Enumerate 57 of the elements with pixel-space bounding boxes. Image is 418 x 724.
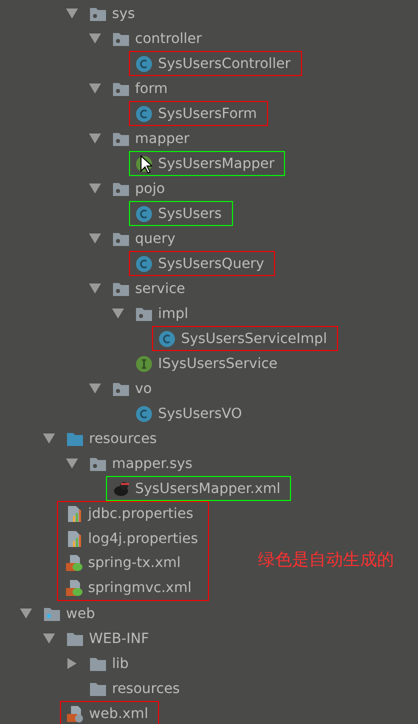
interface-icon xyxy=(135,354,153,372)
file-name[interactable]: lib xyxy=(112,656,129,672)
file-name[interactable]: service xyxy=(135,280,186,296)
file-name[interactable]: resources xyxy=(89,430,157,446)
collapse-arrow-icon[interactable] xyxy=(89,383,101,394)
file-name[interactable]: pojo xyxy=(135,180,165,196)
file-name[interactable]: WEB-INF xyxy=(89,630,149,646)
file-name[interactable]: query xyxy=(135,230,176,246)
file-name[interactable]: jdbc.properties xyxy=(88,506,194,522)
class-icon xyxy=(135,404,153,422)
file-name[interactable]: SysUsersMapper.xml xyxy=(135,480,280,496)
file-name[interactable]: SysUsersServiceImpl xyxy=(181,330,327,346)
file-name[interactable]: controller xyxy=(135,30,202,46)
file-name[interactable]: ISysUsersService xyxy=(158,356,278,372)
collapse-arrow-icon[interactable] xyxy=(66,458,78,469)
collapse-arrow-icon[interactable] xyxy=(89,283,101,294)
file-name[interactable]: SysUsersMapper xyxy=(158,156,274,172)
class-icon xyxy=(135,204,153,222)
spring-xml-file-icon xyxy=(65,554,83,572)
spring-xml-file-icon xyxy=(65,578,83,597)
file-name[interactable]: impl xyxy=(158,306,188,322)
file-name[interactable]: form xyxy=(135,80,168,96)
file-name[interactable]: SysUsers xyxy=(158,206,222,222)
file-name[interactable]: SysUsersForm xyxy=(158,106,257,122)
file-name[interactable]: SysUsersController xyxy=(158,56,291,72)
file-name[interactable]: spring-tx.xml xyxy=(88,555,181,572)
collapse-arrow-icon[interactable] xyxy=(112,308,124,319)
xml-file-icon xyxy=(66,704,84,722)
collapse-arrow-icon[interactable] xyxy=(89,133,101,144)
file-name[interactable]: mapper xyxy=(135,130,190,146)
class-icon xyxy=(135,54,153,72)
file-name[interactable]: web.xml xyxy=(89,706,148,722)
properties-file-icon xyxy=(65,530,83,548)
collapse-arrow-icon[interactable] xyxy=(20,608,32,619)
file-name[interactable]: resources xyxy=(112,680,180,696)
collapse-arrow-icon[interactable] xyxy=(43,433,55,444)
collapse-arrow-icon[interactable] xyxy=(89,83,101,94)
file-name[interactable]: SysUsersVO xyxy=(158,406,242,422)
collapse-arrow-icon[interactable] xyxy=(89,183,101,194)
file-name[interactable]: mapper.sys xyxy=(112,456,192,472)
class-icon xyxy=(135,104,153,122)
file-name[interactable]: springmvc.xml xyxy=(88,580,192,596)
collapse-arrow-icon[interactable] xyxy=(66,8,78,19)
class-icon xyxy=(158,330,176,348)
class-icon xyxy=(135,254,153,272)
file-name[interactable]: log4j.properties xyxy=(88,530,198,547)
bird-icon xyxy=(112,480,130,498)
collapse-arrow-icon[interactable] xyxy=(89,233,101,244)
file-name[interactable]: sys xyxy=(112,6,135,22)
file-name[interactable]: SysUsersQuery xyxy=(158,256,264,272)
collapse-arrow-icon[interactable] xyxy=(43,633,55,644)
collapse-arrow-icon[interactable] xyxy=(89,33,101,44)
expand-arrow-icon[interactable] xyxy=(66,658,78,669)
file-name[interactable]: vo xyxy=(135,380,152,396)
annotation-note: 绿色是自动生成的 xyxy=(258,549,394,571)
file-name[interactable]: web xyxy=(66,606,95,622)
properties-file-icon xyxy=(65,505,83,524)
